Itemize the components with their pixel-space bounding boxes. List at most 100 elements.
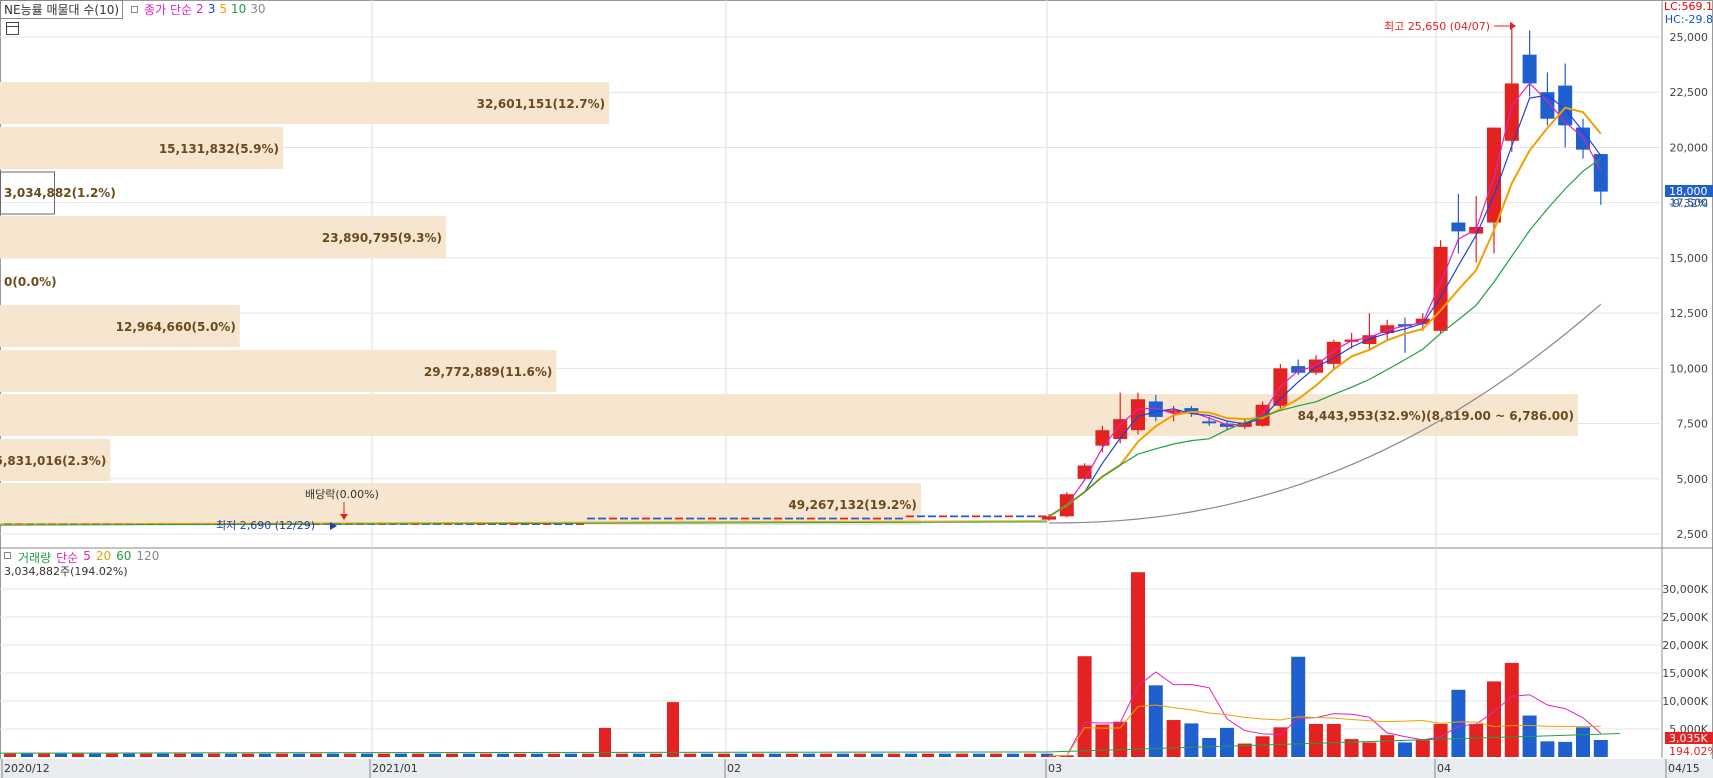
flat-candle: [675, 517, 683, 520]
flat-volume-bar: [276, 753, 288, 757]
flat-candle: [840, 517, 848, 520]
volume-bar: [1576, 727, 1590, 757]
flat-volume-bar: [990, 753, 1002, 757]
flat-volume-bar: [208, 753, 220, 757]
candle-body: [1451, 222, 1466, 232]
flat-candle: [598, 517, 606, 520]
flat-volume-bar: [735, 753, 747, 757]
flat-volume-bar: [157, 753, 169, 757]
ma-period-5: 5: [219, 2, 227, 16]
volume-bar: [1540, 741, 1555, 757]
volume-profile-label: 12,964,660(5.0%): [116, 320, 236, 334]
price-tick-label: 2,500: [1677, 528, 1709, 541]
volume-bar: [1131, 572, 1145, 757]
flat-volume-bar: [378, 753, 390, 757]
flat-volume-bar: [106, 753, 118, 757]
candle-body: [1095, 430, 1110, 446]
candle-body: [1593, 154, 1608, 192]
x-axis-label: 02: [727, 762, 741, 775]
high-arrowhead: [1510, 22, 1516, 30]
flat-volume-bar: [38, 753, 50, 757]
volume-profile-label: 32,601,151(12.7%): [477, 97, 606, 111]
flat-candle: [851, 517, 859, 520]
flat-volume-bar: [667, 702, 679, 757]
flat-volume-bar: [361, 753, 373, 757]
volume-profile-label: 23,890,795(9.3%): [322, 231, 442, 245]
flat-volume-bar: [1024, 753, 1036, 757]
flat-volume-bar: [344, 753, 356, 757]
volume-tick-label: 30,000K: [1662, 583, 1708, 596]
flat-volume-bar: [803, 753, 815, 757]
flat-candle: [752, 517, 760, 520]
flat-candle: [807, 517, 815, 520]
flat-candle: [1016, 515, 1024, 518]
price-tick-label: 22,500: [1670, 86, 1709, 99]
volume-bar: [1380, 735, 1395, 757]
volume-bar: [1113, 721, 1128, 757]
price-tick-label: 10,000: [1670, 362, 1709, 375]
lc-value: LC:569.1: [1663, 0, 1713, 13]
flat-candle: [620, 517, 628, 520]
flat-volume-bar: [463, 753, 475, 757]
flat-volume-bar: [956, 753, 968, 757]
flat-candle: [774, 517, 782, 520]
x-axis-band: [0, 759, 1713, 778]
current-change-label: -9.32%: [1669, 197, 1708, 210]
ma-period-10: 10: [230, 2, 247, 16]
volume-tick-label: 25,000K: [1662, 611, 1708, 624]
ma-line-10: [1048, 158, 1602, 517]
flat-volume-bar: [72, 753, 84, 757]
candle-body: [1042, 516, 1056, 520]
price-tick-label: 25,000: [1670, 31, 1709, 44]
x-axis-label: 03: [1048, 762, 1062, 775]
volume-profile-bar: [0, 483, 921, 525]
flat-volume-bar: [922, 753, 934, 757]
current-volume-label: 3,035K: [1669, 732, 1708, 745]
indicator-title[interactable]: NE능률 매물대 수(10): [0, 0, 124, 19]
flat-volume-bar: [4, 753, 16, 757]
flat-candle: [873, 517, 881, 520]
flat-volume-bar: [293, 753, 305, 757]
flat-candle: [818, 517, 826, 520]
price-tick-label: 12,500: [1670, 307, 1709, 320]
ma-toggle-icon[interactable]: [131, 5, 139, 13]
flat-volume-bar: [888, 753, 900, 757]
flat-volume-bar: [871, 753, 883, 757]
volume-tick-label: 20,000K: [1662, 639, 1708, 652]
volume-toggle-icon[interactable]: [4, 552, 11, 559]
flat-volume-bar: [939, 753, 951, 757]
flat-volume-bar: [123, 753, 135, 757]
flat-candle: [631, 517, 639, 520]
flat-volume-bar: [395, 753, 407, 757]
flat-candle: [785, 517, 793, 520]
flat-volume-bar: [565, 753, 577, 757]
volume-current: 3,034,882주(194.02%): [4, 565, 128, 578]
volume-profile-label: 84,443,953(32.9%)(8,819.00 ~ 6,786.00): [1298, 409, 1574, 423]
volume-bar: [1273, 727, 1288, 757]
flat-candle: [950, 515, 958, 518]
candle-body: [1522, 54, 1537, 84]
stock-chart[interactable]: 2,5005,0007,50010,00012,50015,00017,5002…: [0, 0, 1713, 778]
candle-body: [1362, 335, 1377, 345]
volume-bar: [1415, 740, 1430, 757]
volume-bar: [1184, 723, 1199, 757]
price-tick-label: 5,000: [1677, 473, 1709, 486]
flat-candle: [686, 517, 694, 520]
flat-candle: [642, 517, 650, 520]
volume-profile-label: 3,034,882(1.2%): [4, 186, 116, 200]
flat-candle: [928, 515, 936, 518]
ma-period-30: 30: [250, 2, 266, 16]
volume-bar: [1148, 685, 1163, 757]
flat-volume-bar: [310, 753, 322, 757]
flat-candle: [906, 515, 914, 518]
flat-volume-bar: [225, 753, 237, 757]
flat-candle: [895, 517, 903, 520]
flat-volume-bar: [905, 753, 917, 757]
flat-volume-bar: [548, 753, 560, 757]
price-tick-label: 15,000: [1670, 252, 1709, 265]
ma-period-3: 3: [207, 2, 216, 16]
grid-icon[interactable]: [6, 22, 19, 35]
volume-bar: [1398, 742, 1412, 757]
flat-volume-bar: [769, 753, 781, 757]
volume-tick-label: 15,000K: [1662, 667, 1708, 680]
